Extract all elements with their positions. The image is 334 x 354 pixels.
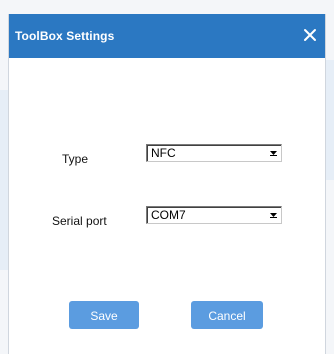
type-select[interactable]: NFC xyxy=(146,144,282,162)
toolbox-settings-dialog: ToolBox Settings Type NFC Serial port CO… xyxy=(8,14,326,354)
dialog-title: ToolBox Settings xyxy=(15,29,115,43)
serial-port-select-value: COM7 xyxy=(151,208,186,222)
chevron-down-icon[interactable] xyxy=(267,208,280,222)
serial-port-select[interactable]: COM7 xyxy=(146,206,282,224)
save-button[interactable]: Save xyxy=(69,301,139,329)
chevron-down-icon[interactable] xyxy=(267,146,280,160)
dialog-titlebar: ToolBox Settings xyxy=(9,14,325,58)
type-select-value: NFC xyxy=(151,146,176,160)
close-icon[interactable] xyxy=(301,26,319,44)
type-label: Type xyxy=(62,152,89,166)
cancel-button[interactable]: Cancel xyxy=(191,301,263,329)
serial-port-label: Serial port xyxy=(52,214,107,228)
background-decoration xyxy=(0,90,8,270)
background-decoration xyxy=(326,60,334,180)
